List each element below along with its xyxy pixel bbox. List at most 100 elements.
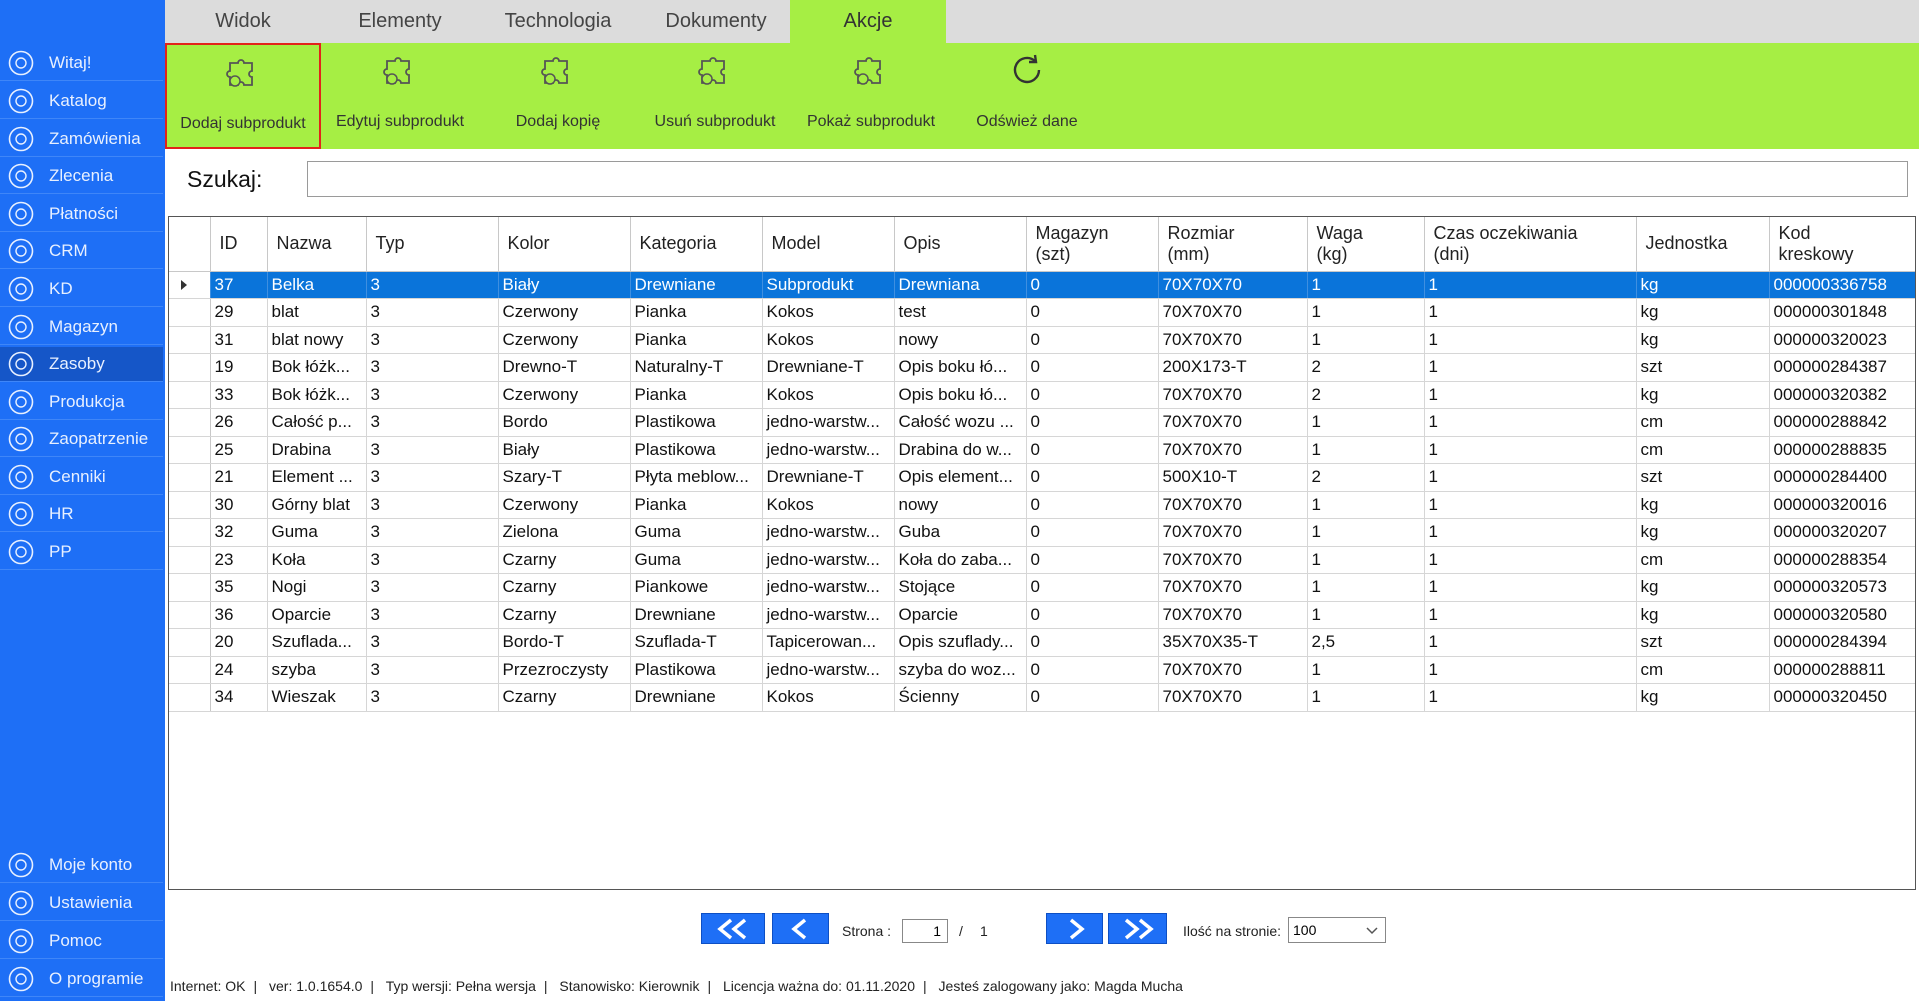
sidebar-item[interactable]: Zamówienia — [0, 122, 163, 157]
column-header[interactable]: Kod kreskowy — [1769, 217, 1915, 272]
table-cell[interactable]: 1 — [1307, 491, 1425, 519]
table-cell[interactable]: Guma — [267, 518, 367, 547]
table-cell[interactable]: Piankowe — [630, 573, 763, 602]
table-cell[interactable]: 1 — [1307, 326, 1425, 354]
first-page-button[interactable] — [701, 913, 765, 944]
sidebar-item[interactable]: Zasoby — [0, 347, 163, 382]
ribbon-button[interactable]: Edytuj subprodukt — [321, 43, 479, 149]
column-header[interactable]: Rozmiar (mm) — [1158, 217, 1308, 272]
table-cell[interactable]: Drewno-T — [498, 353, 631, 382]
sidebar-bottom-item[interactable]: Ustawienia — [0, 886, 163, 921]
table-cell[interactable]: Naturalny-T — [630, 353, 763, 382]
next-page-button[interactable] — [1046, 913, 1103, 944]
tab[interactable]: Technologia — [479, 0, 637, 43]
column-header[interactable]: Typ — [366, 217, 499, 272]
table-cell[interactable]: 0 — [1026, 271, 1159, 299]
column-header[interactable]: Waga (kg) — [1307, 217, 1425, 272]
table-cell[interactable]: Przezroczysty — [498, 656, 631, 684]
table-cell[interactable]: Plastikowa — [630, 656, 763, 684]
sidebar-item[interactable]: Magazyn — [0, 310, 163, 345]
table-cell[interactable]: 70X70X70 — [1158, 656, 1308, 684]
row-header[interactable] — [169, 656, 211, 684]
table-cell[interactable]: Całość wozu ... — [894, 408, 1027, 437]
table-cell[interactable]: 0 — [1026, 463, 1159, 492]
table-cell[interactable]: 34 — [210, 683, 268, 712]
table-cell[interactable]: Drewniane — [630, 683, 763, 712]
table-cell[interactable]: 33 — [210, 381, 268, 409]
table-cell[interactable]: Czerwony — [498, 491, 631, 519]
sidebar-item[interactable]: PP — [0, 535, 163, 570]
table-cell[interactable]: 70X70X70 — [1158, 573, 1308, 602]
table-cell[interactable]: Subprodukt — [762, 271, 895, 299]
sidebar-item[interactable]: HR — [0, 497, 163, 532]
table-cell[interactable]: 30 — [210, 491, 268, 519]
table-cell[interactable]: Biały — [498, 271, 631, 299]
table-cell[interactable]: Wieszak — [267, 683, 367, 712]
table-cell[interactable]: Plastikowa — [630, 408, 763, 437]
table-cell[interactable]: 32 — [210, 518, 268, 547]
table-row[interactable]: 29 blat 3 Czerwony Pianka Kokos test 0 70X70X70 1… — [169, 298, 1915, 327]
sidebar-bottom-item[interactable]: Pomoc — [0, 924, 163, 959]
column-header[interactable]: Magazyn (szt) — [1026, 217, 1159, 272]
table-cell[interactable]: kg — [1636, 298, 1770, 327]
table-cell[interactable]: Nogi — [267, 573, 367, 602]
table-cell[interactable]: Belka — [267, 271, 367, 299]
table-cell[interactable]: szt — [1636, 353, 1770, 382]
table-cell[interactable]: nowy — [894, 491, 1027, 519]
table-cell[interactable]: 000000288842 — [1769, 408, 1915, 437]
table-cell[interactable]: 000000336758 — [1769, 271, 1915, 299]
row-header[interactable] — [169, 408, 211, 437]
table-cell[interactable]: 1 — [1424, 573, 1637, 602]
column-header[interactable]: Opis — [894, 217, 1027, 272]
previous-page-button[interactable] — [772, 913, 829, 944]
table-cell[interactable]: Czerwony — [498, 381, 631, 409]
table-cell[interactable]: Stojące — [894, 573, 1027, 602]
page-number-input[interactable] — [902, 919, 948, 943]
table-cell[interactable]: Bok łóżk... — [267, 381, 367, 409]
table-cell[interactable]: cm — [1636, 656, 1770, 684]
table-cell[interactable]: 1 — [1307, 518, 1425, 547]
sidebar-item[interactable]: Płatności — [0, 197, 163, 232]
table-cell[interactable]: szyba do woz... — [894, 656, 1027, 684]
table-cell[interactable]: 1 — [1424, 546, 1637, 574]
table-cell[interactable]: kg — [1636, 573, 1770, 602]
column-header[interactable]: Kategoria — [630, 217, 763, 272]
row-header[interactable] — [169, 573, 211, 602]
row-header[interactable] — [169, 381, 211, 409]
row-header[interactable] — [169, 628, 211, 657]
column-header[interactable]: Kolor — [498, 217, 631, 272]
table-cell[interactable]: 000000320207 — [1769, 518, 1915, 547]
table-cell[interactable]: 000000284400 — [1769, 463, 1915, 492]
table-row[interactable]: 20 Szuflada... 3 Bordo-T Szuflada-T Tapicerow… — [169, 628, 1915, 657]
table-cell[interactable]: 70X70X70 — [1158, 436, 1308, 464]
table-cell[interactable]: 000000288811 — [1769, 656, 1915, 684]
table-cell[interactable]: Tapicerowan... — [762, 628, 895, 657]
tab[interactable]: Elementy — [321, 0, 479, 43]
table-cell[interactable]: Szary-T — [498, 463, 631, 492]
table-row[interactable]: 33 Bok łóżk... 3 Czerwony Pianka Kokos Opis bo… — [169, 381, 1915, 409]
table-cell[interactable]: Drewniane — [630, 271, 763, 299]
table-cell[interactable]: 35X70X35-T — [1158, 628, 1308, 657]
table-row[interactable]: 36 Oparcie 3 Czarny Drewniane jedno-warstw...… — [169, 601, 1915, 629]
table-cell[interactable]: 1 — [1424, 628, 1637, 657]
table-cell[interactable]: 1 — [1307, 683, 1425, 712]
sidebar-item[interactable]: Witaj! — [0, 46, 163, 81]
table-cell[interactable]: Oparcie — [894, 601, 1027, 629]
table-cell[interactable]: Czerwony — [498, 326, 631, 354]
table-cell[interactable]: szyba — [267, 656, 367, 684]
table-cell[interactable]: Opis boku łó... — [894, 353, 1027, 382]
tab[interactable]: Dokumenty — [637, 0, 795, 43]
table-cell[interactable]: Drewniane-T — [762, 353, 895, 382]
table-cell[interactable]: 2 — [1307, 381, 1425, 409]
table-cell[interactable]: Bordo-T — [498, 628, 631, 657]
row-header[interactable] — [169, 601, 211, 629]
table-cell[interactable]: kg — [1636, 601, 1770, 629]
ribbon-button[interactable]: Dodaj kopię — [479, 43, 637, 149]
ribbon-button[interactable]: Pokaż subprodukt — [793, 43, 949, 149]
row-header[interactable] — [169, 518, 211, 547]
table-cell[interactable]: 0 — [1026, 381, 1159, 409]
table-cell[interactable]: Pianka — [630, 298, 763, 327]
table-cell[interactable]: kg — [1636, 491, 1770, 519]
table-cell[interactable]: 1 — [1424, 601, 1637, 629]
table-cell[interactable]: Czarny — [498, 546, 631, 574]
